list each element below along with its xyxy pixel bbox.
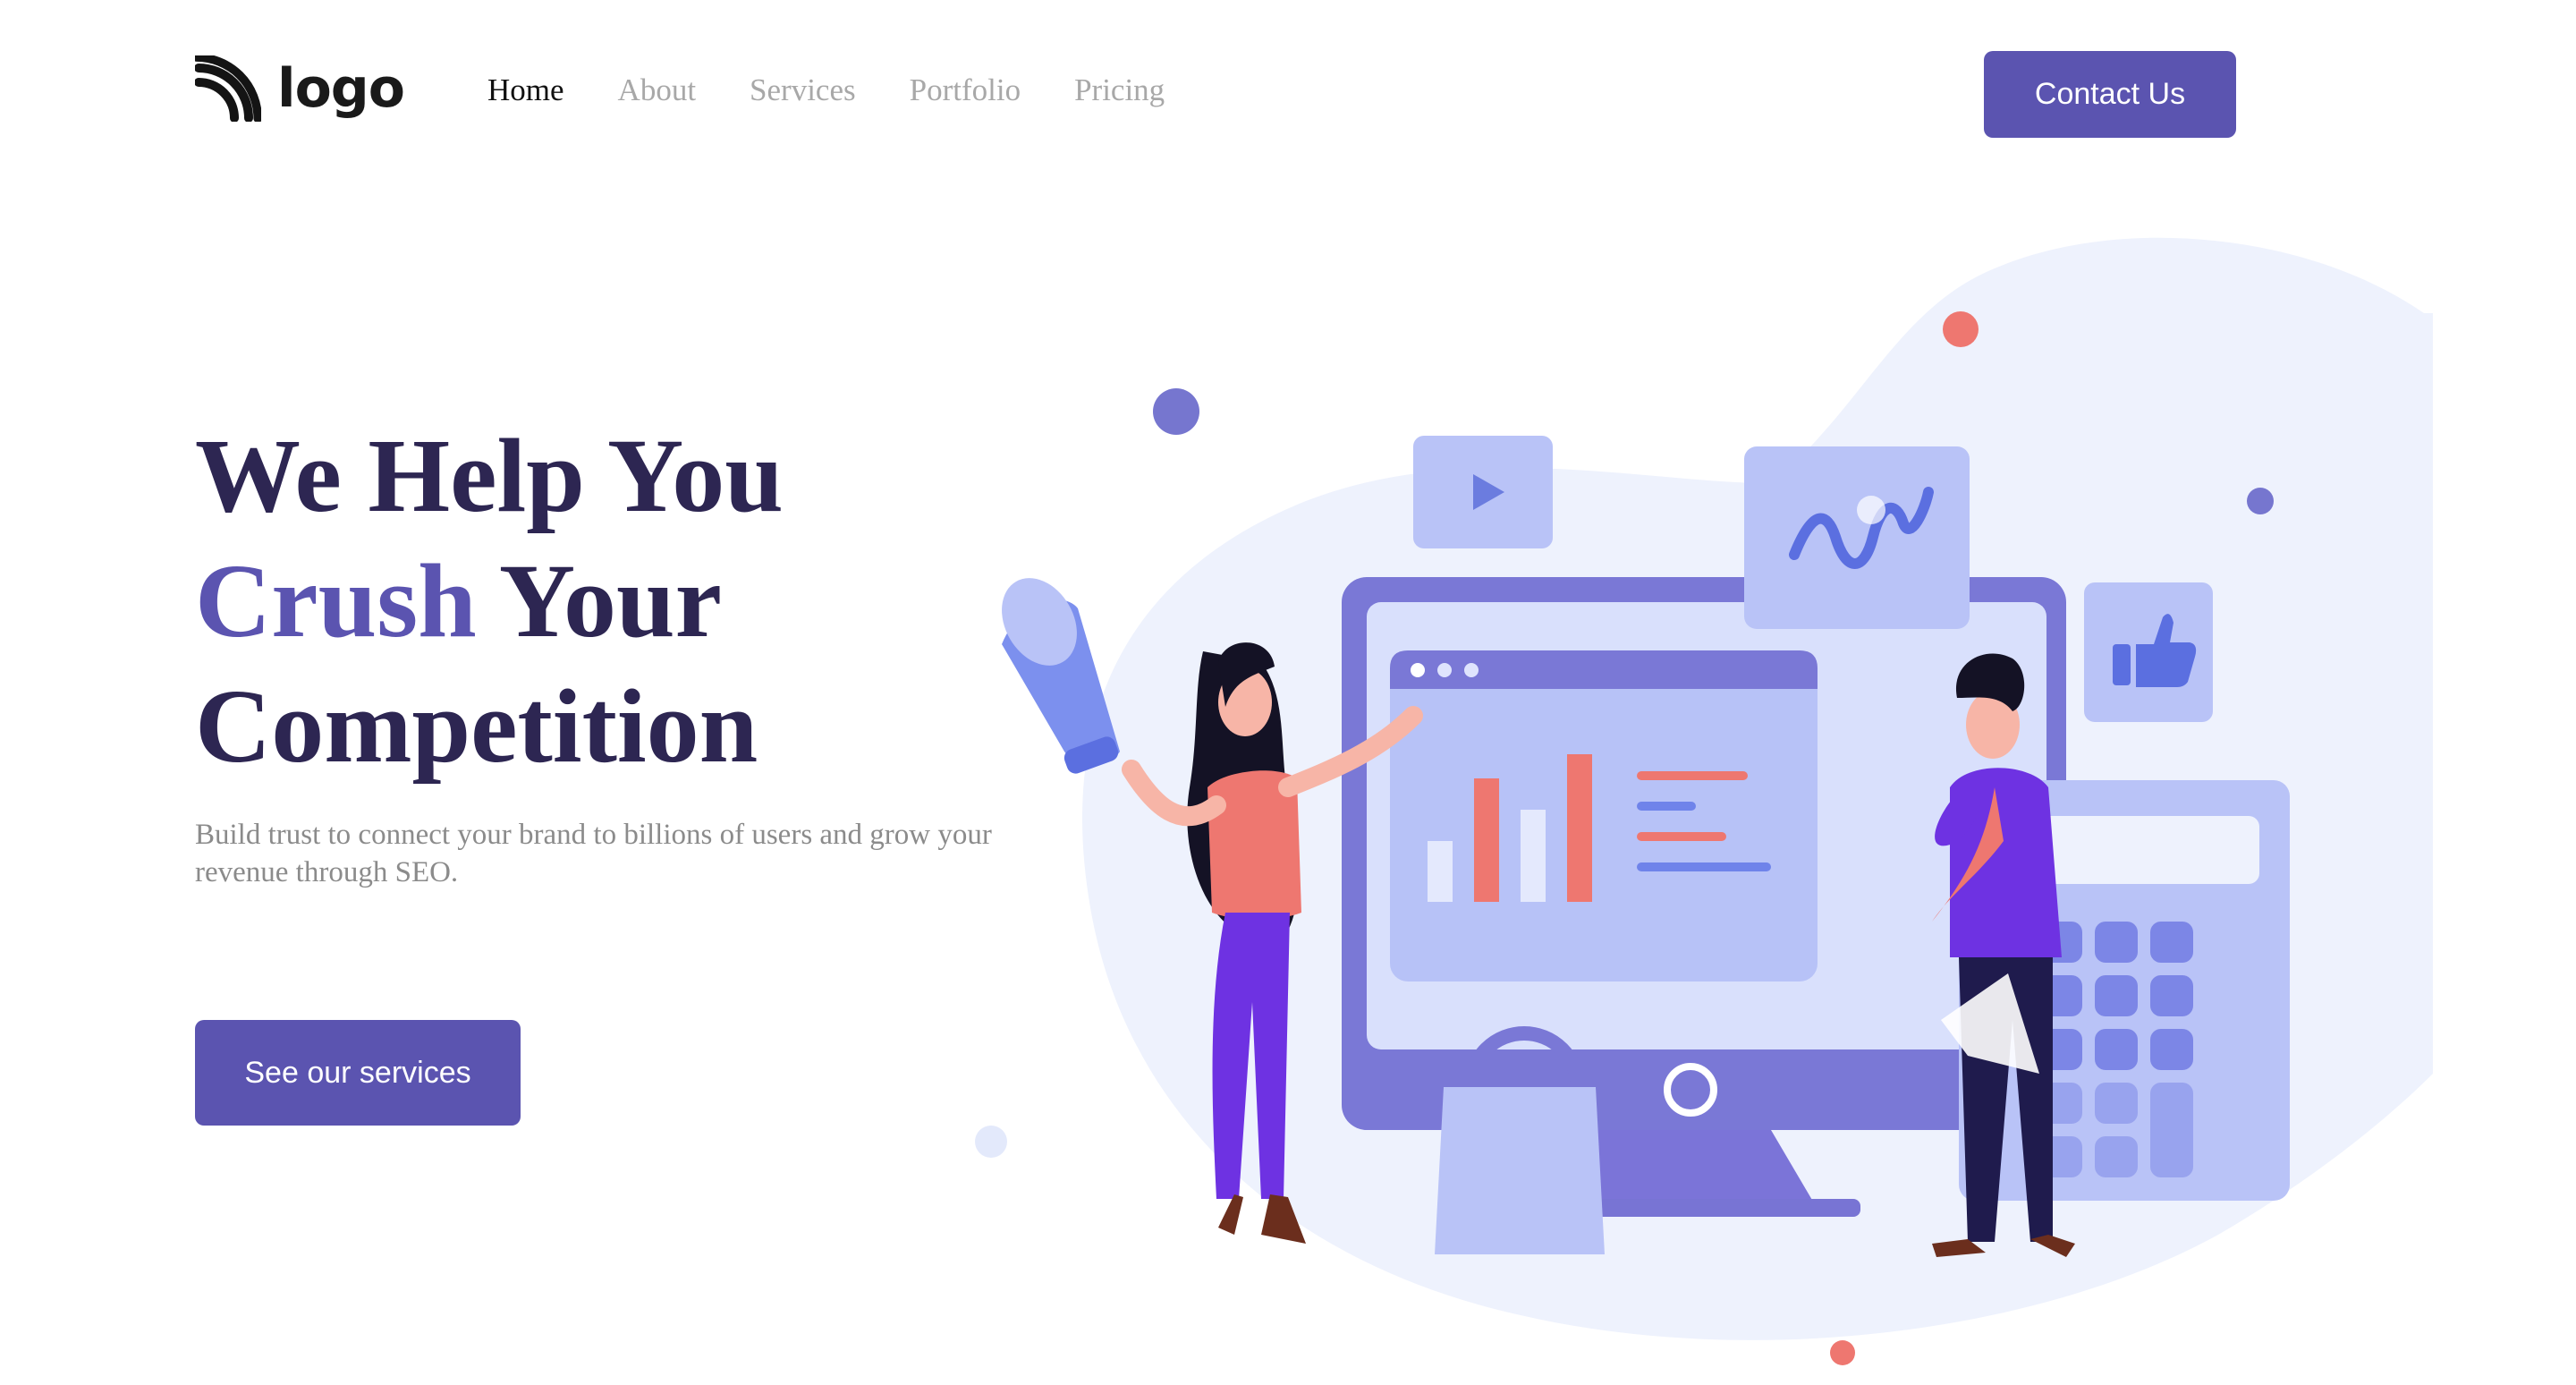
dot-purple	[1153, 388, 1199, 435]
dot-coral-top	[1943, 311, 1979, 347]
logo[interactable]: logo	[195, 55, 405, 122]
hero-title-line2: Your	[476, 542, 723, 659]
dot-purple-small	[2247, 488, 2274, 514]
line-chart-icon	[1744, 446, 1970, 629]
nav-home[interactable]: Home	[487, 72, 564, 109]
main-nav: Home About Services Portfolio Pricing	[487, 72, 1218, 109]
thumbs-up-icon	[2084, 582, 2213, 722]
dashboard-window	[1390, 650, 1818, 981]
hero-subtitle: Build trust to connect your brand to bil…	[195, 819, 992, 888]
contact-us-button[interactable]: Contact Us	[1984, 51, 2236, 138]
logo-mark-icon	[195, 55, 261, 122]
nav-about[interactable]: About	[618, 72, 697, 109]
hero-title: We Help You Crush Your Competition	[195, 413, 1089, 789]
nav-services[interactable]: Services	[750, 72, 856, 109]
hero-illustration	[975, 237, 2433, 1365]
nav-portfolio[interactable]: Portfolio	[910, 72, 1021, 109]
hero-title-accent: Crush	[195, 542, 477, 659]
hero-title-line1: We Help You	[195, 417, 784, 534]
dot-light	[975, 1126, 1007, 1158]
hero-title-line3: Competition	[195, 667, 758, 785]
see-services-button[interactable]: See our services	[195, 1020, 521, 1126]
dot-coral-bottom	[1830, 1340, 1855, 1365]
megaphone-icon	[1002, 578, 1120, 774]
logo-text: logo	[277, 57, 405, 120]
nav-pricing[interactable]: Pricing	[1074, 72, 1165, 109]
play-icon	[1413, 436, 1553, 548]
